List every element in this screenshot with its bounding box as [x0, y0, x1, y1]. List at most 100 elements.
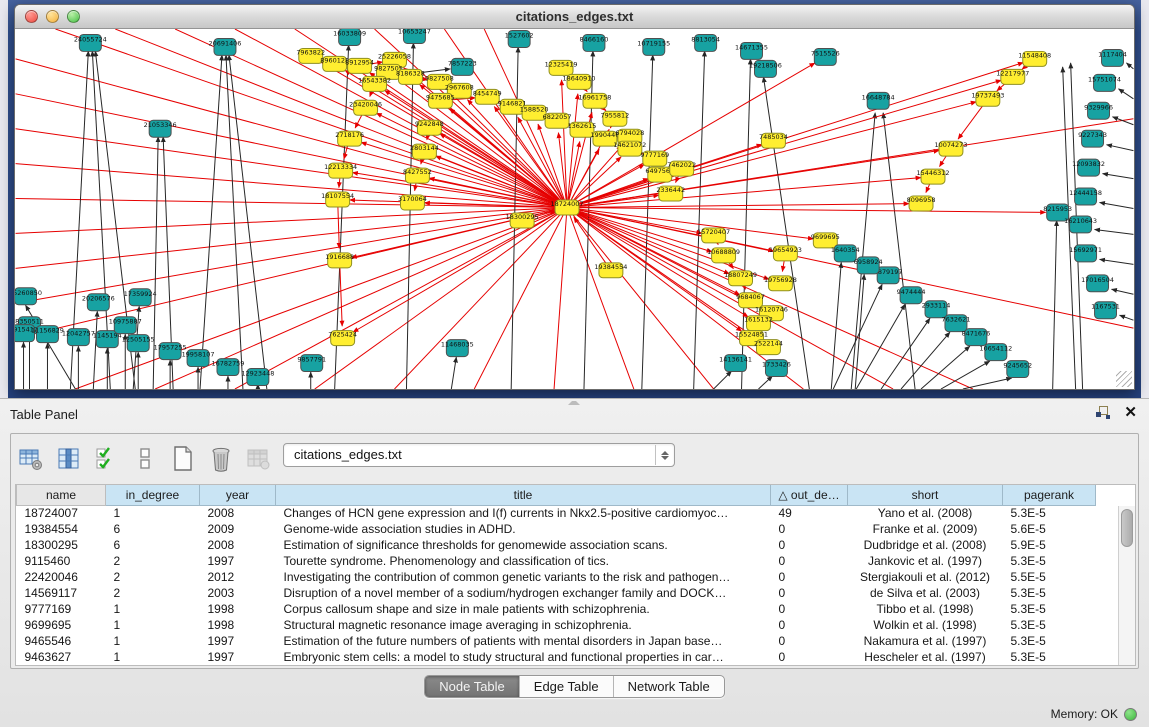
table-selector-dropdown[interactable]: citations_edges.txt [283, 443, 675, 467]
canvas-resize-grip[interactable] [1116, 371, 1132, 387]
table-cell[interactable]: 2 [106, 553, 200, 569]
table-cell[interactable]: 14569117 [17, 585, 106, 601]
graph-node[interactable]: 15720407 [697, 228, 730, 243]
table-cell[interactable]: 5.3E-5 [1003, 601, 1096, 617]
table-cell[interactable]: 1 [106, 649, 200, 665]
table-row[interactable]: 1872400712008Changes of HCN gene express… [17, 505, 1096, 521]
table-cell[interactable]: 22420046 [17, 569, 106, 585]
table-cell[interactable]: 0 [771, 569, 848, 585]
graph-node[interactable]: 1527602 [505, 30, 534, 47]
graph-node[interactable]: 12042757 [62, 329, 95, 346]
graph-node[interactable]: 16648784 [862, 92, 895, 109]
new-table-icon[interactable] [169, 444, 197, 474]
graph-node[interactable]: 17359924 [124, 289, 157, 306]
table-row[interactable]: 1938455462009Genome-wide association stu… [17, 521, 1096, 537]
table-cell[interactable]: 9115460 [17, 553, 106, 569]
graph-node[interactable]: 8912954 [345, 58, 374, 73]
show-columns-icon[interactable] [55, 444, 83, 474]
table-cell[interactable]: 49 [771, 505, 848, 521]
graph-edge[interactable] [436, 156, 567, 207]
minimize-window-button[interactable] [46, 10, 59, 23]
tab-node-table[interactable]: Node Table [425, 676, 520, 697]
table-cell[interactable]: Tibbo et al. (1998) [848, 601, 1003, 617]
graph-edge[interactable] [963, 378, 1012, 389]
column-header-name[interactable]: name [17, 485, 106, 505]
table-cell[interactable]: 5.3E-5 [1003, 585, 1096, 601]
table-cell[interactable]: Wolkin et al. (1998) [848, 617, 1003, 633]
graph-node[interactable]: 1167531 [1091, 302, 1120, 319]
table-row[interactable]: 946362711997Embryonic stem cells: a mode… [17, 649, 1096, 665]
graph-node[interactable]: 1117404 [1098, 49, 1127, 66]
graph-node[interactable]: 12213334 [324, 163, 357, 178]
column-header-in_degree[interactable]: in_degree [106, 485, 200, 505]
table-cell[interactable]: 2 [106, 585, 200, 601]
table-settings-icon[interactable] [17, 444, 45, 474]
table-cell[interactable]: 1998 [200, 617, 276, 633]
graph-node[interactable]: 19737493 [971, 91, 1004, 106]
table-cell[interactable]: 1998 [200, 601, 276, 617]
graph-edge[interactable] [93, 311, 97, 389]
graph-edge[interactable] [567, 204, 909, 208]
graph-node[interactable]: 19384554 [594, 263, 627, 278]
table-cell[interactable]: 2 [106, 569, 200, 585]
graph-node[interactable]: 8471676 [961, 329, 990, 346]
graph-edge[interactable] [1100, 203, 1134, 209]
graph-node[interactable]: 7625424 [328, 331, 357, 346]
table-cell[interactable]: Changes of HCN gene expression and I(f) … [276, 505, 771, 521]
graph-edge[interactable] [315, 208, 567, 389]
table-cell[interactable]: 2009 [200, 521, 276, 537]
graph-node[interactable]: 15751074 [1088, 74, 1121, 91]
graph-node[interactable]: 7515526 [811, 48, 840, 65]
graph-edge[interactable] [1095, 229, 1134, 234]
graph-edge[interactable] [562, 80, 567, 208]
table-cell[interactable]: Jankovic et al. (1997) [848, 553, 1003, 569]
graph-node[interactable]: 12444158 [1069, 188, 1102, 205]
table-cell[interactable]: 5.3E-5 [1003, 633, 1096, 649]
graph-node[interactable]: 19756928 [764, 276, 797, 291]
graph-node[interactable]: 19218506 [749, 60, 782, 77]
graph-node[interactable]: 2522144 [754, 340, 783, 355]
table-cell[interactable]: Genome-wide association studies in ADHD. [276, 521, 771, 537]
graph-edge[interactable] [235, 208, 567, 389]
table-cell[interactable]: Corpus callosum shape and size in male p… [276, 601, 771, 617]
table-row[interactable]: 969969511998Structural magnetic resonanc… [17, 617, 1096, 633]
graph-edge[interactable] [856, 304, 905, 389]
table-row[interactable]: 1456911722003Disruption of a novel membe… [17, 585, 1096, 601]
graph-node[interactable]: 1615132 [744, 316, 773, 331]
graph-edge[interactable] [881, 318, 930, 389]
table-cell[interactable]: 5.3E-5 [1003, 617, 1096, 633]
graph-edge[interactable] [714, 371, 732, 389]
graph-node[interactable]: 25260850 [15, 288, 42, 305]
graph-node[interactable]: 12217977 [996, 69, 1029, 84]
graph-node[interactable]: 17016504 [1081, 275, 1114, 292]
graph-node[interactable]: 18807249 [724, 271, 757, 286]
graph-node[interactable]: 8096958 [907, 196, 936, 211]
table-cell[interactable]: Estimation of the future numbers of pati… [276, 633, 771, 649]
graph-node[interactable]: 7955812 [600, 111, 629, 126]
graph-edge[interactable] [1126, 63, 1133, 69]
table-cell[interactable]: 0 [771, 553, 848, 569]
graph-node[interactable]: 14136141 [719, 355, 752, 372]
graph-edge[interactable] [395, 208, 568, 389]
table-cell[interactable]: 2012 [200, 569, 276, 585]
table-cell[interactable]: 19384554 [17, 521, 106, 537]
graph-node[interactable]: 23420046 [349, 100, 382, 115]
graph-edge[interactable] [567, 208, 634, 389]
table-cell[interactable]: 18300295 [17, 537, 106, 553]
window-titlebar[interactable]: citations_edges.txt [15, 5, 1134, 29]
unselect-all-rows-icon[interactable] [131, 444, 159, 474]
graph-node[interactable]: 10653247 [398, 29, 431, 43]
graph-node[interactable]: 10719155 [637, 38, 670, 55]
table-cell[interactable]: 6 [106, 537, 200, 553]
graph-node[interactable]: 2803144 [410, 144, 439, 159]
select-all-rows-icon[interactable] [93, 444, 121, 474]
graph-edge[interactable] [1103, 174, 1134, 179]
table-cell[interactable]: Dudbridge et al. (2008) [848, 537, 1003, 553]
graph-node[interactable]: 11548408 [1018, 51, 1051, 66]
graph-edge[interactable] [1100, 259, 1134, 264]
table-cell[interactable]: 5.3E-5 [1003, 649, 1096, 665]
graph-edge[interactable] [921, 346, 970, 389]
close-panel-icon[interactable]: ✕ [1124, 406, 1137, 420]
graph-edge[interactable] [567, 208, 714, 389]
graph-edge[interactable] [1053, 220, 1057, 389]
